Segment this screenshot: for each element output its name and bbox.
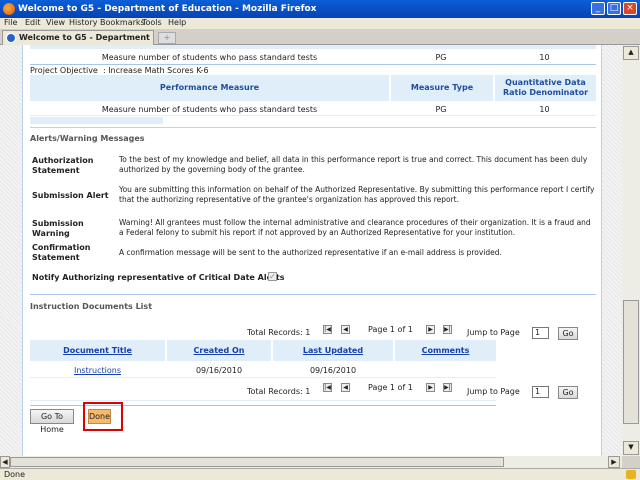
- first-page-icon[interactable]: |◀: [323, 325, 332, 334]
- prev-page-icon[interactable]: ◀: [341, 325, 350, 334]
- divider: [30, 115, 596, 116]
- total-records: Total Records: 1: [247, 328, 311, 337]
- jump-label: Jump to Page: [467, 387, 520, 396]
- header-created-on[interactable]: Created On: [167, 340, 271, 361]
- status-text: Done: [4, 470, 26, 479]
- hscroll-thumb[interactable]: [10, 457, 504, 467]
- authorization-label: Authorization Statement: [32, 156, 94, 175]
- horizontal-scrollbar[interactable]: ◀ ▶: [0, 456, 622, 468]
- first-page-icon[interactable]: |◀: [323, 383, 332, 392]
- submission-warning-label: Submission Warning: [32, 219, 84, 238]
- created-on-cell: 09/16/2010: [195, 366, 243, 375]
- instructions-link[interactable]: Instructions: [74, 366, 121, 375]
- document-title-cell[interactable]: Instructions: [30, 366, 165, 375]
- menu-tools[interactable]: Tools: [142, 18, 162, 27]
- globe-icon: [6, 33, 16, 43]
- denominator-cell: 10: [539, 105, 550, 114]
- last-page-icon[interactable]: ▶|: [443, 325, 452, 334]
- measure-cell: Measure number of students who pass stan…: [101, 53, 318, 62]
- submission-warning-text: Warning! All grantees must follow the in…: [119, 218, 591, 237]
- notify-label: Notify Authorizing representative of Cri…: [32, 273, 285, 282]
- vertical-scrollbar[interactable]: ▲ ▼: [622, 45, 640, 456]
- last-updated-cell: 09/16/2010: [309, 366, 357, 375]
- scroll-up-arrow[interactable]: ▲: [623, 46, 639, 60]
- type-cell: PG: [435, 53, 447, 62]
- minimize-button[interactable]: _: [591, 2, 605, 15]
- done-button[interactable]: Done: [88, 409, 111, 424]
- page-viewport: Measure number of students who pass stan…: [0, 45, 622, 456]
- project-objective-label: Project Objective: [30, 66, 98, 75]
- menu-file[interactable]: File: [4, 18, 17, 27]
- header-denominator: Quantitative Data Ratio Denominator: [495, 75, 596, 101]
- measure-cell: Measure number of students who pass stan…: [101, 105, 318, 114]
- sort-document-title[interactable]: Document Title: [63, 346, 132, 355]
- divider: [30, 400, 496, 401]
- next-page-icon[interactable]: ▶: [426, 383, 435, 392]
- status-bar: Done: [0, 468, 640, 480]
- sort-comments[interactable]: Comments: [422, 346, 470, 355]
- header-document-title[interactable]: Document Title: [30, 340, 165, 361]
- submission-alert-label: Submission Alert: [32, 191, 109, 200]
- close-button[interactable]: ×: [623, 2, 637, 15]
- top-table-header: [30, 45, 596, 49]
- go-button[interactable]: Go: [558, 386, 578, 399]
- documents-heading: Instruction Documents List: [30, 302, 153, 311]
- window-title: Welcome to G5 - Department of Education …: [18, 4, 317, 14]
- header-performance-measure: Performance Measure: [30, 75, 389, 101]
- last-page-icon[interactable]: ▶|: [443, 383, 452, 392]
- maximize-button[interactable]: □: [607, 2, 621, 15]
- page-indicator: Page 1 of 1: [368, 383, 413, 392]
- divider: [30, 127, 596, 128]
- scroll-right-arrow[interactable]: ▶: [608, 456, 620, 468]
- jump-page-input[interactable]: 1: [532, 386, 549, 398]
- header-comments[interactable]: Comments: [395, 340, 496, 361]
- confirmation-label: Confirmation Statement: [32, 243, 91, 262]
- lock-icon: [626, 470, 636, 479]
- submission-alert-text: You are submitting this information on b…: [119, 185, 595, 204]
- header-last-updated[interactable]: Last Updated: [273, 340, 393, 361]
- confirmation-text: A confirmation message will be sent to t…: [119, 248, 502, 257]
- tab-label: Welcome to G5 - Department of Edu...: [19, 33, 153, 42]
- project-objective: Project Objective : Increase Math Scores…: [30, 66, 209, 75]
- scroll-left-arrow[interactable]: ◀: [0, 456, 10, 468]
- jump-label: Jump to Page: [467, 328, 520, 337]
- authorization-text: To the best of my knowledge and belief, …: [119, 155, 588, 174]
- total-records: Total Records: 1: [247, 387, 311, 396]
- notify-checkbox[interactable]: ✓: [268, 272, 277, 281]
- table-scrollbar[interactable]: [30, 117, 163, 124]
- menu-bar: File Edit View History Bookmarks Tools H…: [0, 18, 640, 29]
- type-cell: PG: [435, 105, 447, 114]
- firefox-icon: [3, 3, 15, 15]
- divider: [30, 377, 496, 378]
- menu-bookmarks[interactable]: Bookmarks: [100, 18, 145, 27]
- header-measure-type: Measure Type: [391, 75, 493, 101]
- alerts-heading: Alerts/Warning Messages: [30, 134, 145, 143]
- go-to-home-button[interactable]: Go To Home: [30, 409, 74, 434]
- tab-bar: Welcome to G5 - Department of Edu... +: [0, 29, 640, 45]
- menu-history[interactable]: History: [69, 18, 97, 27]
- menu-view[interactable]: View: [46, 18, 65, 27]
- scroll-thumb[interactable]: [623, 300, 639, 424]
- scroll-down-arrow[interactable]: ▼: [623, 441, 639, 455]
- prev-page-icon[interactable]: ◀: [341, 383, 350, 392]
- jump-page-input[interactable]: 1: [532, 327, 549, 339]
- denominator-cell: 10: [539, 53, 550, 62]
- menu-edit[interactable]: Edit: [25, 18, 41, 27]
- divider: [30, 64, 596, 65]
- next-page-icon[interactable]: ▶: [426, 325, 435, 334]
- sort-last-updated[interactable]: Last Updated: [303, 346, 363, 355]
- content-panel: Measure number of students who pass stan…: [22, 45, 602, 456]
- go-button[interactable]: Go: [558, 327, 578, 340]
- sort-created-on[interactable]: Created On: [194, 346, 245, 355]
- tab-welcome[interactable]: Welcome to G5 - Department of Edu...: [2, 30, 154, 45]
- new-tab-button[interactable]: +: [158, 32, 176, 44]
- menu-help[interactable]: Help: [168, 18, 186, 27]
- divider: [30, 294, 596, 295]
- project-objective-value: : Increase Math Scores K-6: [102, 66, 209, 75]
- window-title-bar: Welcome to G5 - Department of Education …: [0, 0, 640, 18]
- page-indicator: Page 1 of 1: [368, 325, 413, 334]
